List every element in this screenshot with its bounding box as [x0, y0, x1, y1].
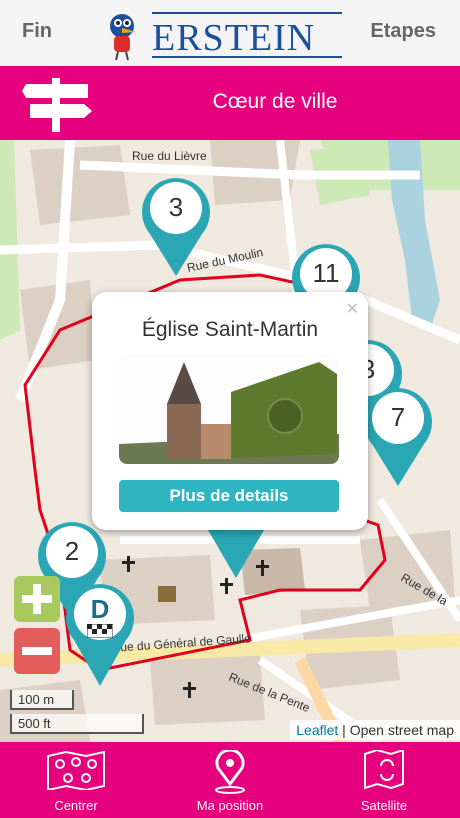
map-attribution: Leaflet | Open street map	[290, 720, 460, 740]
center-button[interactable]: Centrer	[16, 742, 136, 818]
minus-icon	[22, 647, 52, 655]
map-marker[interactable]: 3	[138, 172, 214, 283]
logo-rule-top	[152, 12, 342, 14]
zoom-in-button[interactable]	[14, 576, 60, 622]
center-label: Centrer	[54, 798, 98, 813]
page-header: Cœur de ville	[0, 66, 460, 140]
zoom-out-button[interactable]	[14, 628, 60, 674]
my-position-label: Ma position	[196, 798, 264, 813]
location-pin-icon	[215, 750, 245, 794]
map-refresh-icon	[364, 750, 404, 790]
satellite-label: Satellite	[360, 798, 408, 813]
logo-rule-bottom	[152, 56, 342, 58]
etapes-button[interactable]: Etapes	[370, 20, 436, 43]
church-photo	[119, 354, 339, 464]
popup-title: Église Saint-Martin	[141, 318, 319, 341]
logo-text: ERSTEIN	[152, 17, 316, 59]
satellite-button[interactable]: Satellite	[324, 742, 444, 818]
bottom-toolbar: Centrer Ma position Satellite	[0, 742, 460, 818]
scale-imperial: 500 ft	[10, 714, 144, 734]
cinema-icon	[158, 586, 176, 602]
checkered-flag-icon	[87, 624, 113, 638]
street-label: Rue du Lièvre	[132, 149, 207, 163]
erstein-logo: ERSTEIN	[96, 6, 346, 62]
map-pins-icon	[47, 750, 105, 790]
page-title: Cœur de ville	[212, 90, 338, 113]
fin-button[interactable]: Fin	[22, 20, 52, 43]
start-marker[interactable]: D	[62, 578, 138, 693]
poi-popup: × Église Saint-Martin Plus de details	[92, 292, 368, 530]
stork-mascot-icon	[110, 14, 136, 61]
scale-metric: 100 m	[10, 690, 74, 710]
my-position-button[interactable]: Ma position	[170, 742, 290, 818]
more-details-button[interactable]: Plus de details	[119, 480, 339, 512]
top-bar: Fin ERSTEIN Etapes	[0, 0, 460, 66]
map-marker[interactable]: 7	[360, 382, 436, 493]
plus-icon	[22, 584, 52, 614]
osm-link[interactable]: Open street map	[350, 722, 454, 738]
leaflet-link[interactable]: Leaflet	[296, 722, 338, 738]
